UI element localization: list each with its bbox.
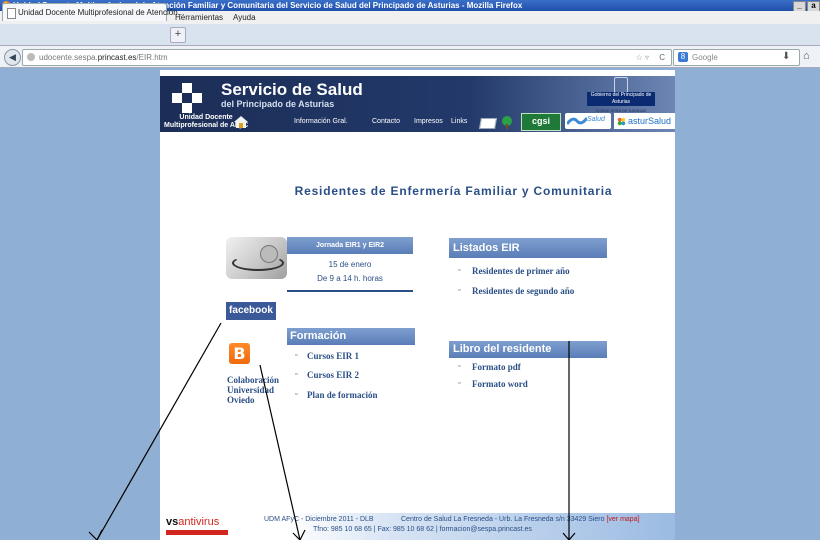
url-text: udocente.sespa.princast.es/EIR.htm <box>39 53 168 62</box>
bullet-icon: ▫ <box>458 267 461 274</box>
link-residentes-primer[interactable]: Residentes de primer año <box>472 266 570 276</box>
vsantivirus-logo[interactable]: vsantivirus <box>166 516 219 528</box>
reload-icon[interactable]: C <box>659 50 665 65</box>
bullet-icon: ▫ <box>458 380 461 387</box>
nav-links[interactable]: Links <box>451 118 467 125</box>
tree-icon[interactable] <box>500 115 514 129</box>
vsantivirus-stripe <box>166 530 228 535</box>
menu-ayuda[interactable]: Ayuda <box>233 11 256 24</box>
search-placeholder: Google <box>692 53 718 62</box>
sespa-logo <box>172 83 202 113</box>
blogger-icon[interactable]: B <box>229 343 250 364</box>
astursalud-dots-icon <box>617 117 626 126</box>
bookmark-star-icon[interactable]: ☆ ▿ <box>636 50 649 65</box>
download-icon[interactable]: ⬇ <box>782 51 790 62</box>
browser-tab[interactable]: Unidad Docente Multiprofesional de Atenc… <box>2 3 184 21</box>
gobierno-label: Gobierno del Principado de Asturias <box>587 92 655 106</box>
jornada-time: De 9 a 14 h. horas <box>317 274 383 283</box>
gobierno-logo: Gobierno del Principado de Asturias CONS… <box>587 76 655 114</box>
bullet-icon: ▫ <box>458 363 461 370</box>
cgsi-logo[interactable]: cgsi <box>521 113 561 131</box>
link-residentes-segundo[interactable]: Residentes de segundo año <box>472 286 574 296</box>
link-cursos-eir2[interactable]: Cursos EIR 2 <box>307 370 359 380</box>
crest-icon <box>614 77 628 93</box>
nav-informacion[interactable]: Información Gral. <box>294 118 348 125</box>
mail-icon[interactable] <box>479 118 497 129</box>
astursalud-logo[interactable]: asturSalud <box>614 113 675 129</box>
salud-banner[interactable]: Salud <box>565 113 611 129</box>
footer-credit: UDM AFyC - Diciembre 2011 - DLB <box>264 516 374 523</box>
jornada-date: 15 de enero <box>328 260 372 269</box>
page-icon <box>7 8 16 19</box>
listados-heading: Listados EIR <box>449 238 607 258</box>
footer-contact: Tfno: 985 10 68 65 | Fax: 985 10 68 62 |… <box>313 526 532 533</box>
bullet-icon: ▫ <box>295 391 298 398</box>
link-plan-formacion[interactable]: Plan de formación <box>307 390 378 400</box>
link-formato-word[interactable]: Formato word <box>472 379 528 389</box>
facebook-button[interactable]: facebook <box>226 302 276 320</box>
footer-address: Centro de Salud La Fresneda - Urb. La Fr… <box>401 516 640 523</box>
nav-impresos[interactable]: Impresos <box>414 118 443 125</box>
astursalud-label: asturSalud <box>628 116 672 126</box>
page-title: Residentes de Enfermería Familiar y Comu… <box>294 184 613 198</box>
new-tab-button[interactable]: + <box>170 27 186 43</box>
nav-contacto[interactable]: Contacto <box>372 118 400 125</box>
address-bar[interactable]: udocente.sespa.princast.es/EIR.htm ☆ ▿ C <box>22 49 672 66</box>
map-link[interactable]: [ver mapa] <box>606 516 639 523</box>
search-box[interactable]: 8 Google <box>673 49 800 66</box>
globe-icon <box>27 53 35 61</box>
home-link-icon[interactable] <box>234 116 248 128</box>
libro-heading: Libro del residente <box>449 341 607 358</box>
stethoscope-image <box>226 237 287 279</box>
site-subtitle: del Principado de Asturias <box>221 99 335 109</box>
bullet-icon: ▫ <box>295 352 298 359</box>
tab-label: Unidad Docente Multiprofesional de Atenc… <box>18 8 185 17</box>
site-title: Servicio de Salud <box>221 80 363 99</box>
bullet-icon: ▫ <box>458 287 461 294</box>
colaboracion-link[interactable]: Colaboración Universidad Oviedo <box>227 375 279 405</box>
jornada-heading[interactable]: Jornada EIR1 y EIR2 <box>287 237 413 254</box>
link-cursos-eir1[interactable]: Cursos EIR 1 <box>307 351 359 361</box>
bullet-icon: ▫ <box>295 371 298 378</box>
tab-bar <box>0 24 820 46</box>
back-button[interactable]: ◀ <box>4 49 21 66</box>
link-formato-pdf[interactable]: Formato pdf <box>472 362 521 372</box>
search-engine-icon[interactable]: 8 <box>678 52 688 62</box>
home-icon[interactable]: ⌂ <box>803 50 810 62</box>
divider <box>287 290 413 292</box>
wave-icon <box>567 117 587 125</box>
formacion-heading: Formación <box>287 328 415 345</box>
salud-label: Salud <box>587 116 605 123</box>
